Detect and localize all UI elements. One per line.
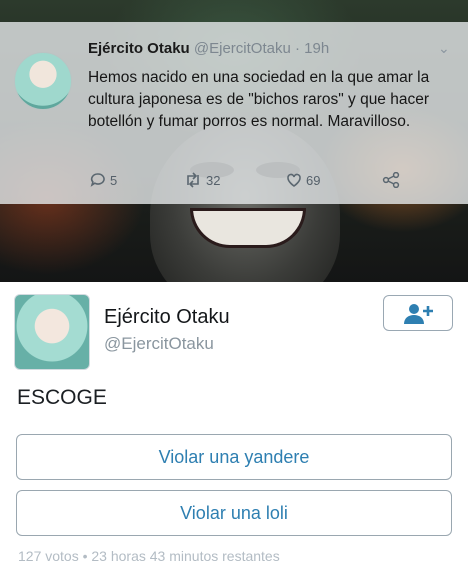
follow-button[interactable]: [383, 295, 453, 331]
quoted-tweet-separator: ·: [294, 40, 300, 57]
retweet-action: 32: [184, 172, 220, 188]
poll-tweet: Ejército Otaku @EjercitOtaku ESCOGE Viol…: [0, 282, 468, 583]
face-smile: [190, 208, 306, 248]
share-icon: [382, 172, 400, 188]
poll-author-avatar[interactable]: [14, 294, 90, 370]
quoted-tweet-avatar: [14, 52, 72, 110]
caret-down-icon: ⌄: [438, 40, 450, 56]
quoted-tweet-handle: @EjercitOtaku: [193, 40, 291, 57]
meme-background-image: Ejército Otaku @EjercitOtaku · 19h ⌄ Hem…: [0, 0, 468, 282]
poll-author-handle[interactable]: @EjercitOtaku: [104, 334, 214, 354]
quoted-tweet-author-name: Ejército Otaku: [88, 40, 190, 57]
reply-action: 5: [90, 172, 117, 188]
poll-author-name[interactable]: Ejército Otaku: [104, 306, 230, 329]
quoted-tweet-time: 19h: [304, 40, 330, 57]
reply-count: 5: [110, 172, 118, 188]
quoted-tweet-header: Ejército Otaku @EjercitOtaku · 19h: [88, 40, 329, 57]
retweet-icon: [184, 172, 202, 188]
poll-question: ESCOGE: [17, 386, 107, 409]
reply-icon: [90, 172, 106, 188]
poll-status: 127 votos • 23 horas 43 minutos restante…: [18, 548, 280, 564]
retweet-count: 32: [206, 172, 221, 188]
share-action: [382, 172, 400, 188]
heart-icon: [286, 172, 302, 188]
like-action: 69: [286, 172, 320, 188]
quoted-tweet-text: Hemos nacido en una sociedad en la que a…: [88, 69, 430, 130]
like-count: 69: [306, 172, 321, 188]
poll-option-2[interactable]: Violar una loli: [16, 490, 452, 536]
quoted-tweet-actions: 5 32 69: [90, 172, 430, 192]
poll-option-1[interactable]: Violar una yandere: [16, 434, 452, 480]
